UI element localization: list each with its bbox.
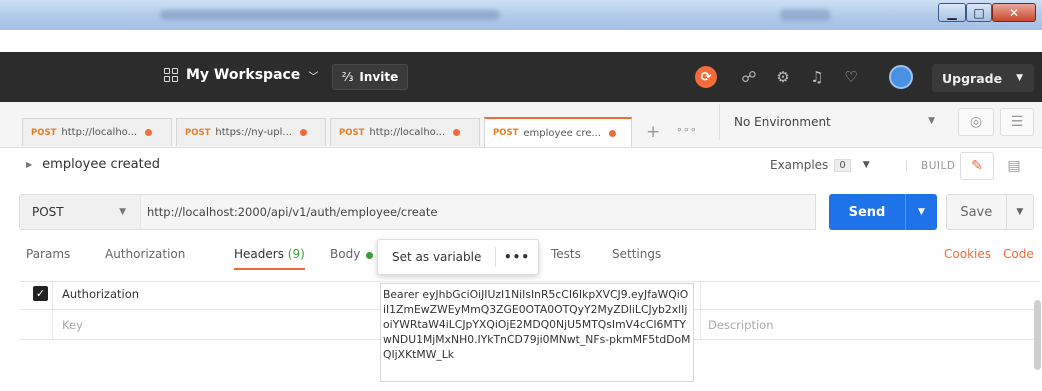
more-options-button[interactable]: ••• — [496, 250, 538, 264]
minimize-button[interactable]: ▁ — [938, 3, 966, 22]
chevron-down-icon: ﹀ — [308, 71, 319, 83]
request-tab-active[interactable]: POST employee cre... — [484, 117, 632, 147]
save-button[interactable]: Save ▼ — [946, 194, 1034, 230]
comment-icon[interactable]: ▤ — [1000, 152, 1028, 180]
new-header-key-input[interactable]: Key — [62, 318, 83, 332]
headers-count: (9) — [287, 247, 305, 261]
method-value: POST — [32, 205, 64, 219]
chevron-down-icon: ▼ — [862, 160, 870, 170]
examples-dropdown[interactable]: Examples 0 ▼ — [770, 158, 870, 172]
close-button[interactable]: ✕ — [992, 3, 1036, 22]
header-enabled-checkbox[interactable]: ✓ — [33, 286, 48, 301]
tab-authorization[interactable]: Authorization — [105, 247, 185, 261]
chevron-down-icon: ▼ — [928, 116, 935, 126]
bell-icon[interactable]: ♫ — [806, 66, 828, 88]
pencil-icon[interactable]: ✎ — [960, 152, 994, 180]
examples-count: 0 — [834, 158, 851, 172]
tab-method: POST — [493, 128, 519, 138]
request-tab[interactable]: POST https://ny-upl... — [176, 118, 326, 146]
upgrade-button[interactable]: Upgrade ▼ — [932, 64, 1034, 92]
eye-icon[interactable]: ◎ — [958, 108, 994, 136]
request-name-label: employee created — [42, 157, 160, 172]
unsaved-dot-icon — [453, 129, 461, 136]
tab-title: https://ny-upl... — [215, 127, 292, 138]
tab-tests[interactable]: Tests — [551, 247, 581, 261]
blurred-title-element — [780, 9, 830, 21]
tab-title: http://localho... — [369, 127, 446, 138]
invite-label: Invite — [359, 70, 399, 84]
add-user-icon: ⅔ — [341, 70, 354, 84]
tab-options-button[interactable]: ∘∘∘ — [676, 123, 697, 136]
invite-button[interactable]: ⅔ Invite — [332, 64, 408, 90]
code-link[interactable]: Code — [1003, 247, 1034, 261]
body-indicator-dot-icon — [366, 252, 373, 259]
tab-method: POST — [339, 127, 365, 138]
tab-method: POST — [31, 127, 57, 138]
set-as-variable-button[interactable]: Set as variable — [378, 247, 496, 267]
request-tab[interactable]: POST http://localho... — [22, 118, 172, 146]
tab-params[interactable]: Params — [26, 247, 70, 261]
workspace-label: My Workspace — [186, 67, 301, 83]
scrollbar[interactable] — [1034, 300, 1041, 370]
satellite-icon[interactable]: ☍ — [738, 66, 760, 88]
build-label[interactable]: BUILD — [906, 160, 955, 172]
sliders-icon[interactable]: ☰ — [1000, 108, 1034, 136]
chevron-down-icon[interactable]: ▼ — [905, 194, 937, 230]
header-key-cell[interactable]: Authorization — [62, 287, 139, 301]
tab-body[interactable]: Body — [330, 247, 360, 261]
settings-icon[interactable]: ⚙ — [772, 66, 794, 88]
environment-value: No Environment — [734, 115, 831, 129]
request-name[interactable]: ▶ employee created — [26, 157, 160, 172]
unsaved-dot-icon — [145, 129, 153, 136]
column-divider — [52, 282, 53, 340]
tab-method: POST — [185, 127, 211, 138]
tab-headers[interactable]: Headers (9) — [234, 247, 305, 270]
url-value: http://localhost:2000/api/v1/auth/employ… — [147, 205, 438, 219]
chevron-down-icon[interactable]: ▼ — [1005, 195, 1033, 229]
blurred-window-title — [160, 10, 500, 20]
send-button[interactable]: Send ▼ — [829, 194, 937, 230]
chevron-down-icon: ▼ — [1016, 73, 1023, 83]
method-select[interactable]: POST ▼ — [19, 194, 140, 230]
examples-label: Examples — [770, 158, 829, 172]
table-divider — [20, 281, 1040, 282]
save-label: Save — [960, 204, 993, 220]
workspace-selector[interactable]: My Workspace ﹀ — [164, 67, 318, 83]
set-variable-popover: Set as variable ••• — [377, 239, 539, 275]
upgrade-label: Upgrade — [942, 70, 1003, 86]
window-gap — [0, 30, 1042, 52]
caret-right-icon: ▶ — [26, 160, 33, 169]
new-header-description-input[interactable]: Description — [708, 318, 774, 332]
app-header: My Workspace ﹀ ⅔ Invite ⟳ ☍ ⚙ ♫ ♡ Upgrad… — [0, 52, 1042, 102]
url-input[interactable]: http://localhost:2000/api/v1/auth/employ… — [140, 194, 816, 230]
environment-select[interactable]: No Environment ▼ — [719, 104, 945, 140]
header-value-editor[interactable]: Bearer eyJhbGciOiJIUzI1NiIsInR5cCI6IkpXV… — [380, 283, 694, 382]
tab-settings[interactable]: Settings — [612, 247, 661, 261]
new-tab-button[interactable]: + — [646, 122, 660, 142]
column-divider — [700, 282, 701, 340]
send-label: Send — [848, 204, 886, 220]
chevron-down-icon: ▼ — [119, 207, 126, 217]
heart-icon[interactable]: ♡ — [840, 66, 862, 88]
sync-icon[interactable]: ⟳ — [695, 66, 717, 88]
unsaved-dot-icon — [609, 129, 617, 137]
headers-tab-label: Headers — [234, 247, 284, 261]
request-tab[interactable]: POST http://localho... — [330, 118, 480, 146]
avatar[interactable] — [889, 65, 913, 89]
workspace-grid-icon — [164, 68, 178, 82]
maximize-button[interactable]: □ — [966, 3, 992, 22]
window-title-bar: ▁ □ ✕ — [0, 0, 1042, 30]
tab-title: http://localho... — [61, 127, 138, 138]
request-title-row: ▶ employee created Examples 0 ▼ BUILD ✎ … — [0, 148, 1042, 182]
tab-title: employee cre... — [523, 127, 602, 139]
unsaved-dot-icon — [299, 129, 307, 136]
cookies-link[interactable]: Cookies — [944, 247, 991, 261]
